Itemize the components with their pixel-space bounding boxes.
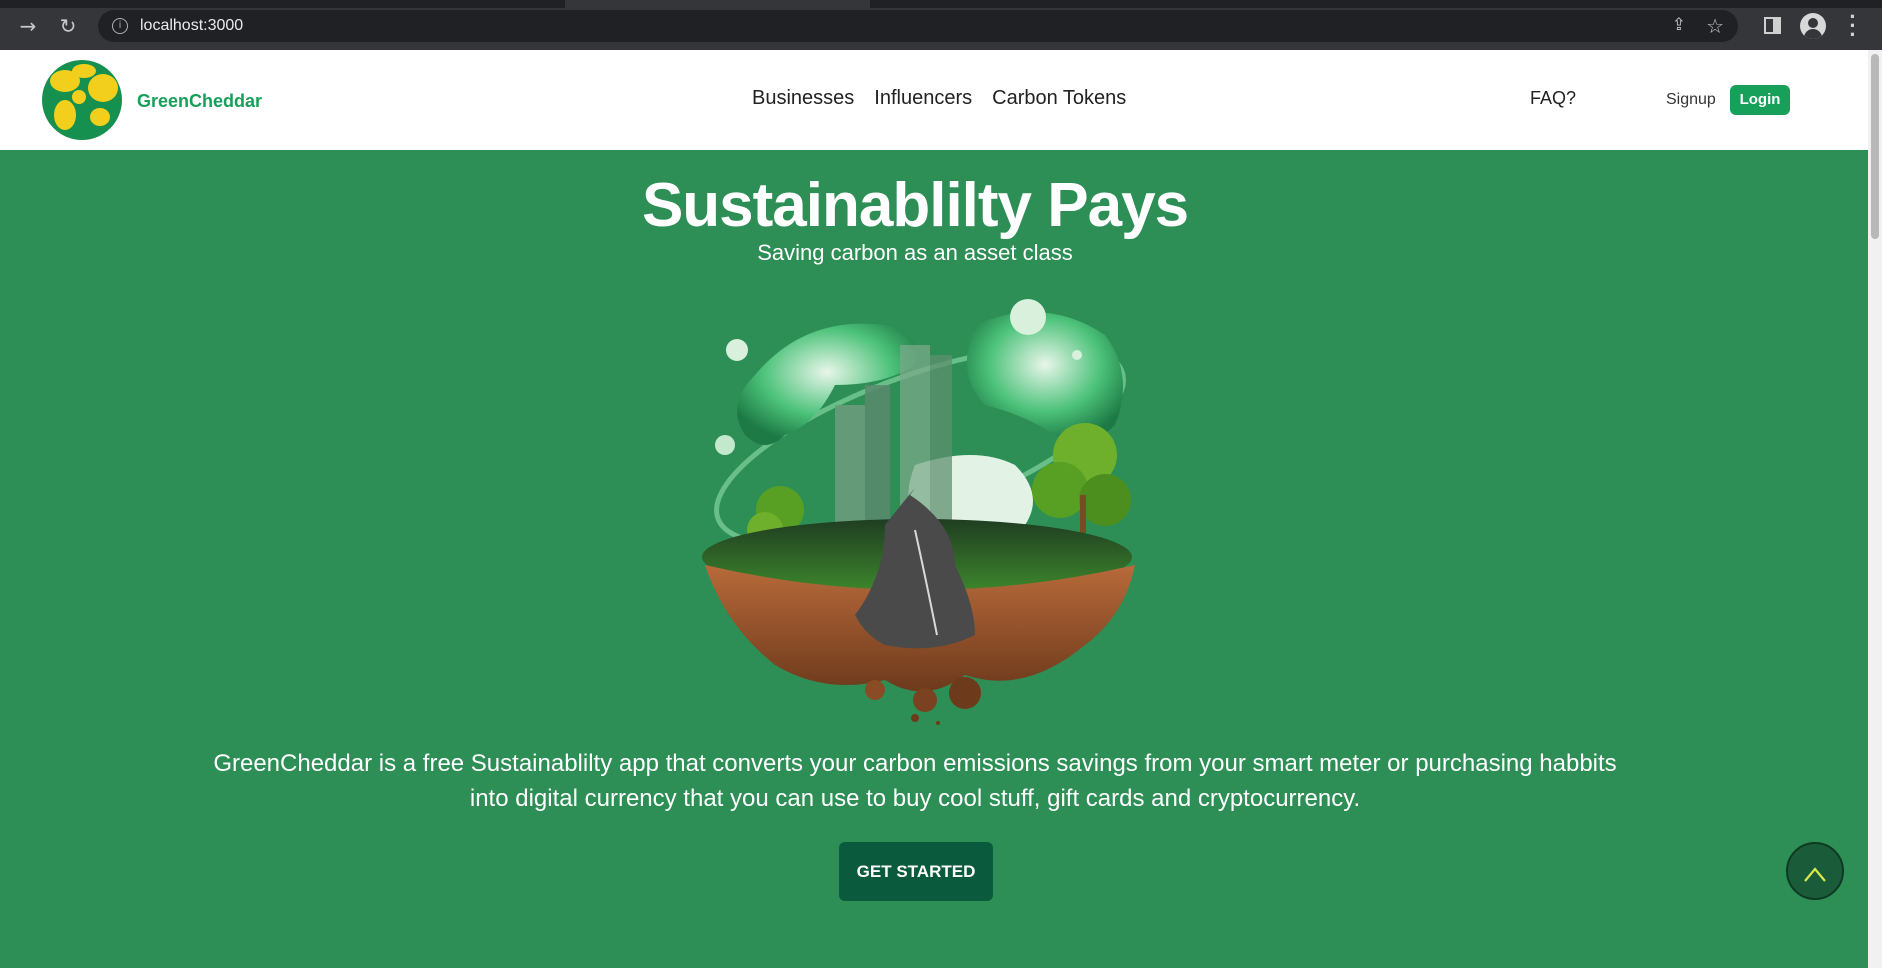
signup-link[interactable]: Signup (1666, 91, 1716, 109)
page-scrollbar[interactable] (1868, 50, 1882, 968)
faq-link[interactable]: FAQ? (1530, 88, 1576, 109)
address-bar[interactable]: i localhost:3000 ⇪ ☆ (98, 10, 1738, 42)
globe-logo-icon[interactable] (42, 60, 122, 140)
brand-name[interactable]: GreenCheddar (137, 91, 262, 112)
nav-link-influencers[interactable]: Influencers (874, 87, 972, 110)
side-panel-icon[interactable] (1764, 17, 1781, 34)
chevron-up-icon (1804, 867, 1826, 882)
url-text[interactable]: localhost:3000 (140, 17, 243, 35)
scroll-to-top-button[interactable] (1786, 842, 1844, 900)
description-line-1: GreenCheddar is a free Sustainablilty ap… (213, 750, 1617, 777)
browser-menu-icon[interactable]: · · · (1848, 6, 1858, 46)
site-info-icon[interactable]: i (112, 18, 128, 34)
hero-title: Sustainablilty Pays (641, 171, 1189, 240)
active-tab[interactable] (565, 0, 870, 8)
nav-link-businesses[interactable]: Businesses (752, 87, 854, 110)
reload-icon[interactable]: ↻ (56, 14, 80, 38)
hero-description: GreenCheddar is a free Sustainablilty ap… (150, 746, 1680, 816)
hero-subtitle: Saving carbon as an asset class (757, 240, 1073, 265)
login-button[interactable]: Login (1730, 85, 1790, 115)
description-line-2: into digital currency that you can use t… (469, 785, 1361, 812)
nav-link-carbon-tokens[interactable]: Carbon Tokens (992, 87, 1126, 110)
get-started-button[interactable]: GET STARTED (839, 842, 993, 901)
bookmark-star-icon[interactable]: ☆ (1706, 14, 1724, 38)
main-nav: Businesses Influencers Carbon Tokens (752, 87, 1126, 110)
profile-avatar-icon[interactable] (1800, 13, 1826, 39)
browser-toolbar: → ↻ i localhost:3000 ⇪ ☆ · · · (0, 0, 1882, 50)
eco-globe-illustration (702, 299, 1135, 725)
forward-icon[interactable]: → (16, 14, 40, 38)
site-navbar: GreenCheddar Businesses Influencers Carb… (0, 50, 1868, 150)
share-icon[interactable]: ⇪ (1672, 15, 1686, 35)
tab-strip (0, 0, 1882, 8)
scrollbar-thumb[interactable] (1871, 54, 1879, 239)
